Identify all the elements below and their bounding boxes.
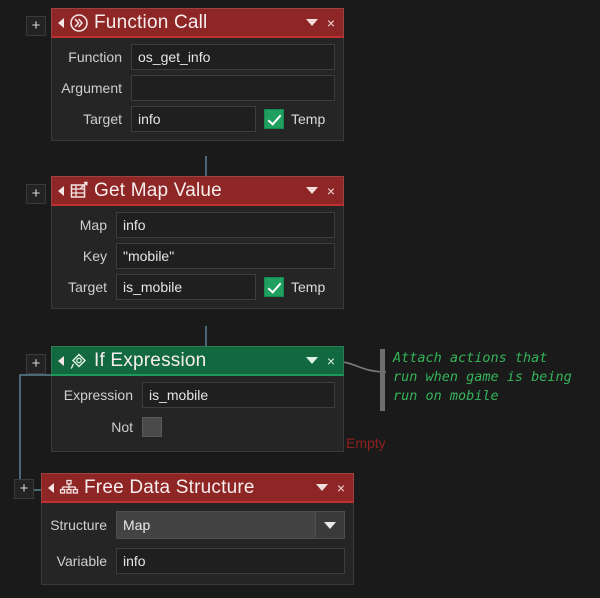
field-label: Variable (56, 553, 107, 569)
field-label: Target (68, 279, 107, 295)
field-label: Structure (50, 517, 107, 533)
field-row-map: Map info (60, 212, 335, 238)
field-label: Not (111, 419, 133, 435)
block-title: Free Data Structure (84, 476, 255, 498)
field-row-not: Not (60, 417, 335, 437)
block-header-function-call[interactable]: Function Call × (51, 8, 344, 38)
comment-accent-bar (380, 349, 385, 411)
function-input[interactable]: os_get_info (131, 44, 335, 70)
block-title: Get Map Value (94, 179, 222, 201)
comment-line-1: Attach actions that (393, 350, 548, 366)
chevron-down-icon[interactable] (305, 187, 318, 194)
add-action-button-function-call[interactable]: + (26, 16, 46, 36)
target-input[interactable]: is_mobile (116, 274, 256, 300)
collapse-triangle-icon[interactable] (58, 355, 64, 366)
field-row-function: Function os_get_info (60, 44, 335, 70)
argument-input[interactable] (131, 75, 335, 101)
not-checkbox[interactable] (142, 417, 162, 437)
block-header-free-data-structure[interactable]: Free Data Structure × (41, 473, 354, 503)
temp-checkbox-group[interactable]: Temp (264, 277, 325, 297)
temp-checkbox-group[interactable]: Temp (264, 109, 325, 129)
add-action-button-free-data-structure[interactable]: + (14, 479, 34, 499)
field-label: Key (82, 248, 107, 264)
temp-checkbox[interactable] (264, 277, 284, 297)
field-label: Function (68, 49, 122, 65)
field-row-target: Target info Temp (60, 106, 335, 132)
branch-line-vertical (19, 374, 21, 491)
field-label: Argument (61, 80, 122, 96)
action-graph-canvas[interactable]: + Function Call × Function os_get_info A… (0, 0, 600, 598)
field-row-structure: Structure Map (50, 511, 345, 539)
block-title: If Expression (94, 349, 207, 371)
field-row-variable: Variable info (50, 548, 345, 574)
get-map-value-icon (70, 181, 88, 198)
structure-dropdown-value[interactable]: Map (116, 511, 315, 539)
collapse-triangle-icon[interactable] (58, 17, 64, 28)
block-body-free-data-structure: Structure Map Variable info (41, 503, 354, 585)
chevron-down-icon[interactable] (315, 484, 328, 491)
block-get-map-value[interactable]: Get Map Value × Map info Key "mobile" Ta… (51, 176, 344, 309)
block-body-get-map-value: Map info Key "mobile" Target is_mobile T… (51, 206, 344, 309)
connector-map-to-if (205, 326, 207, 348)
temp-checkbox[interactable] (264, 109, 284, 129)
key-input[interactable]: "mobile" (116, 243, 335, 269)
field-row-target: Target is_mobile Temp (60, 274, 335, 300)
block-body-function-call: Function os_get_info Argument Target inf… (51, 38, 344, 141)
comment-line-3: run on mobile (393, 388, 499, 404)
block-header-if-expression[interactable]: If Expression × (51, 346, 344, 376)
collapse-triangle-icon[interactable] (48, 482, 54, 493)
field-row-expression: Expression is_mobile (60, 382, 335, 408)
close-icon[interactable]: × (327, 16, 335, 30)
close-icon[interactable]: × (327, 184, 335, 198)
field-label: Map (79, 217, 107, 233)
temp-label: Temp (291, 279, 326, 295)
field-row-key: Key "mobile" (60, 243, 335, 269)
block-body-if-expression: Expression is_mobile Not (51, 376, 344, 452)
free-data-structure-icon (59, 479, 79, 494)
map-input[interactable]: info (116, 212, 335, 238)
comment-body: Attach actions that run when game is bei… (393, 349, 572, 411)
structure-dropdown[interactable]: Map (116, 511, 345, 539)
chevron-down-icon[interactable] (305, 357, 318, 364)
variable-input[interactable]: info (116, 548, 345, 574)
field-row-argument: Argument (60, 75, 335, 101)
add-action-button-if-expression[interactable]: + (26, 354, 46, 374)
chevron-down-icon[interactable] (315, 511, 345, 539)
comment-note: Attach actions that run when game is bei… (380, 349, 572, 411)
chevron-down-icon[interactable] (305, 19, 318, 26)
close-icon[interactable]: × (337, 481, 345, 495)
function-call-icon (70, 13, 88, 32)
block-function-call[interactable]: Function Call × Function os_get_info Arg… (51, 8, 344, 141)
block-if-expression[interactable]: If Expression × Expression is_mobile Not (51, 346, 344, 452)
empty-branch-label: Empty (346, 435, 386, 451)
field-label: Expression (63, 387, 133, 403)
if-expression-icon (70, 352, 87, 369)
add-action-button-get-map-value[interactable]: + (26, 184, 46, 204)
collapse-triangle-icon[interactable] (58, 185, 64, 196)
block-title: Function Call (94, 11, 208, 33)
block-header-get-map-value[interactable]: Get Map Value × (51, 176, 344, 206)
close-icon[interactable]: × (327, 354, 335, 368)
field-label: Target (83, 111, 122, 127)
block-free-data-structure[interactable]: Free Data Structure × Structure Map Vari… (41, 473, 354, 585)
temp-label: Temp (291, 111, 326, 127)
target-input[interactable]: info (131, 106, 256, 132)
comment-line-2: run when game is being (393, 369, 572, 385)
expression-input[interactable]: is_mobile (142, 382, 335, 408)
